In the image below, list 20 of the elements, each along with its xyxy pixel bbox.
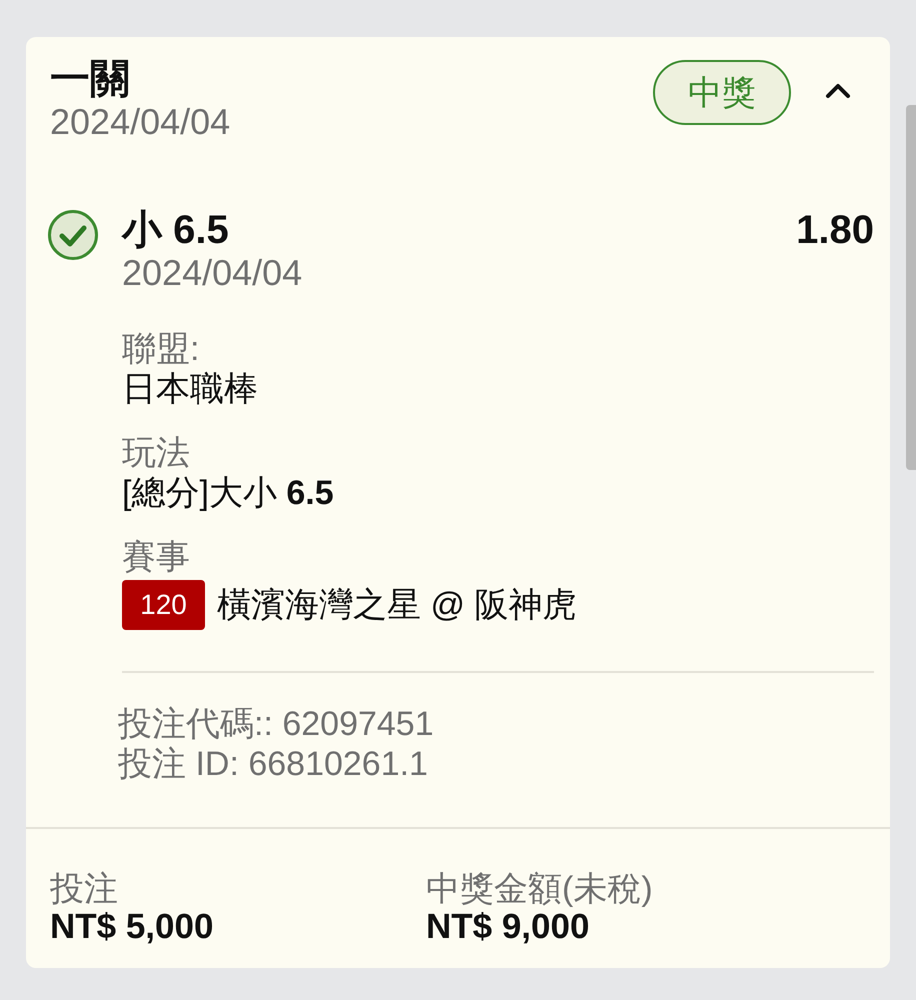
event-code-tag: 120 [122,580,205,630]
detail-label: 玩法 [122,433,191,473]
summary-label: 投注 [50,870,119,908]
reference-text: 投注代碼:: 62097451 [118,704,435,744]
bet-date: 2024/04/04 [50,101,232,143]
selection-pick: 小 6.5 [122,208,229,252]
summary-label: 中獎金額(未稅) [426,870,654,908]
reference-text: 投注 ID: 66810261.1 [118,744,429,784]
detail-value: [總分]大小 6.5 [122,473,335,513]
bet-title: 一關 [50,57,131,101]
selection-odds: 1.80 [796,208,874,252]
detail-value: 日本職棒 [122,369,259,409]
summary-amount: NT$ 5,000 [50,908,214,946]
selection-date: 2024/04/04 [122,252,304,294]
event-name: 橫濱海灣之星 @ 阪神虎 [217,585,576,625]
detail-label: 賽事 [122,537,191,577]
scrollbar-thumb[interactable] [906,105,916,470]
status-badge: 中獎 [653,60,791,125]
summary-amount: NT$ 9,000 [426,908,590,946]
detail-label: 聯盟: [122,329,200,369]
